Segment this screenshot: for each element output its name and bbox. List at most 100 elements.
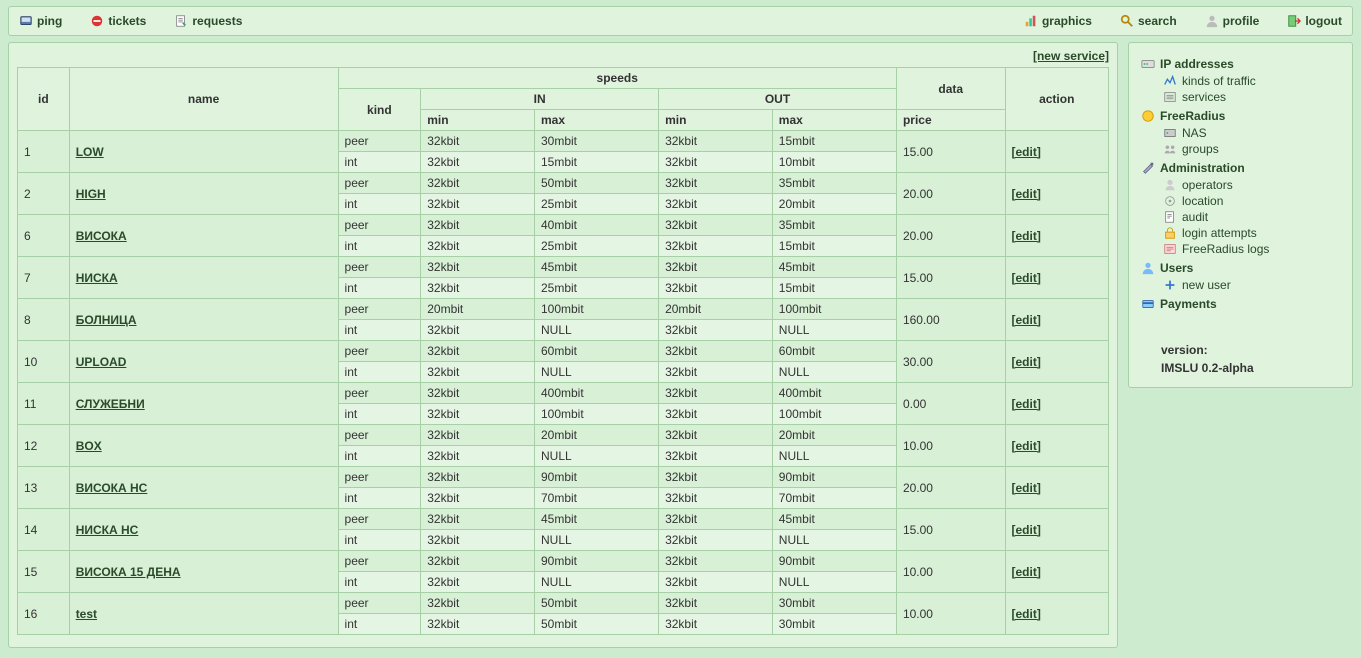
cell: NULL — [534, 572, 658, 593]
cell: 32kbit — [659, 278, 773, 299]
sidebar-section-label[interactable]: Payments — [1160, 297, 1217, 311]
sidebar-section[interactable]: Payments — [1141, 297, 1340, 311]
sidebar-item-label[interactable]: services — [1182, 90, 1226, 104]
cell: 45mbit — [772, 509, 896, 530]
cell: 30mbit — [534, 131, 658, 152]
sidebar-item-label[interactable]: new user — [1182, 278, 1231, 292]
sidebar-item-label[interactable]: login attempts — [1182, 226, 1257, 240]
cell: 32kbit — [659, 173, 773, 194]
nav-ping[interactable]: ping — [19, 14, 62, 28]
edit-link[interactable]: [edit] — [1012, 145, 1041, 159]
edit-link[interactable]: [edit] — [1012, 355, 1041, 369]
cell: 32kbit — [659, 572, 773, 593]
service-name-link[interactable]: СЛУЖЕБНИ — [76, 397, 145, 411]
cell: 30mbit — [772, 614, 896, 635]
sidebar-item[interactable]: services — [1163, 89, 1340, 105]
sidebar-item-label[interactable]: audit — [1182, 210, 1208, 224]
service-name-link[interactable]: ВИСОКА НС — [76, 481, 148, 495]
nav-search[interactable]: search — [1120, 14, 1177, 28]
cell: 14 — [18, 509, 70, 551]
nav-logout[interactable]: logout — [1287, 14, 1342, 28]
table-row: 10UPLOADpeer32kbit60mbit32kbit60mbit30.0… — [18, 341, 1109, 362]
table-row: 16testpeer32kbit50mbit32kbit30mbit10.00[… — [18, 593, 1109, 614]
edit-link[interactable]: [edit] — [1012, 565, 1041, 579]
nav-graphics[interactable]: graphics — [1024, 14, 1092, 28]
edit-link[interactable]: [edit] — [1012, 271, 1041, 285]
service-name-link[interactable]: BOX — [76, 439, 102, 453]
sidebar-item[interactable]: operators — [1163, 177, 1340, 193]
nav-label: logout — [1305, 14, 1342, 28]
edit-link[interactable]: [edit] — [1012, 397, 1041, 411]
cell: 32kbit — [659, 446, 773, 467]
sidebar-section-label[interactable]: FreeRadius — [1160, 109, 1225, 123]
cell: 60mbit — [534, 341, 658, 362]
cell: 10.00 — [896, 593, 1005, 635]
sidebar-item-label[interactable]: groups — [1182, 142, 1219, 156]
cell: 400mbit — [534, 383, 658, 404]
cell: int — [338, 446, 421, 467]
cell: 15.00 — [896, 131, 1005, 173]
service-name-link[interactable]: НИСКА НС — [76, 523, 139, 537]
sidebar-section[interactable]: Users — [1141, 261, 1340, 275]
sidebar-section[interactable]: FreeRadius — [1141, 109, 1340, 123]
cell: int — [338, 572, 421, 593]
cell: peer — [338, 383, 421, 404]
edit-link[interactable]: [edit] — [1012, 607, 1041, 621]
sidebar-section-label[interactable]: Administration — [1160, 161, 1245, 175]
sidebar-item[interactable]: NAS — [1163, 125, 1340, 141]
sidebar-item[interactable]: location — [1163, 193, 1340, 209]
cell: 20mbit — [659, 299, 773, 320]
sidebar-item-label[interactable]: location — [1182, 194, 1223, 208]
service-name-link[interactable]: HIGH — [76, 187, 106, 201]
nav-requests[interactable]: requests — [174, 14, 242, 28]
edit-link[interactable]: [edit] — [1012, 523, 1041, 537]
cell: 2 — [18, 173, 70, 215]
service-name-link[interactable]: ВИСОКА 15 ДЕНА — [76, 565, 181, 579]
new-service-link[interactable]: [new service] — [1033, 49, 1109, 63]
edit-link[interactable]: [edit] — [1012, 439, 1041, 453]
edit-link[interactable]: [edit] — [1012, 313, 1041, 327]
service-name-link[interactable]: test — [76, 607, 97, 621]
sidebar-item[interactable]: kinds of traffic — [1163, 73, 1340, 89]
nav-tickets[interactable]: tickets — [90, 14, 146, 28]
sidebar-item[interactable]: new user — [1163, 277, 1340, 293]
cell: NULL — [534, 530, 658, 551]
cell: 20mbit — [421, 299, 535, 320]
new-user-icon — [1163, 278, 1177, 292]
sidebar-section[interactable]: Administration — [1141, 161, 1340, 175]
edit-link[interactable]: [edit] — [1012, 481, 1041, 495]
cell: peer — [338, 425, 421, 446]
cell: int — [338, 320, 421, 341]
sidebar-item[interactable]: FreeRadius logs — [1163, 241, 1340, 257]
cell: int — [338, 278, 421, 299]
cell: 10.00 — [896, 425, 1005, 467]
cell: 32kbit — [659, 362, 773, 383]
cell: [edit] — [1005, 509, 1109, 551]
sidebar-item-label[interactable]: FreeRadius logs — [1182, 242, 1269, 256]
cell: 45mbit — [534, 257, 658, 278]
cell: NULL — [772, 320, 896, 341]
table-row: 14НИСКА НСpeer32kbit45mbit32kbit45mbit15… — [18, 509, 1109, 530]
service-name-link[interactable]: UPLOAD — [76, 355, 127, 369]
sidebar-item[interactable]: audit — [1163, 209, 1340, 225]
sidebar-item-label[interactable]: operators — [1182, 178, 1233, 192]
th-in-min: min — [421, 110, 535, 131]
cell: 20mbit — [772, 425, 896, 446]
service-name-link[interactable]: НИСКА — [76, 271, 118, 285]
sidebar-item-label[interactable]: kinds of traffic — [1182, 74, 1256, 88]
cell: NULL — [534, 446, 658, 467]
service-name-link[interactable]: БОЛНИЦА — [76, 313, 137, 327]
service-name-link[interactable]: ВИСОКА — [76, 229, 127, 243]
sidebar-section-label[interactable]: Users — [1160, 261, 1193, 275]
search-icon — [1120, 14, 1134, 28]
sidebar-section[interactable]: IP addresses — [1141, 57, 1340, 71]
edit-link[interactable]: [edit] — [1012, 187, 1041, 201]
sidebar-item-label[interactable]: NAS — [1182, 126, 1207, 140]
service-name-link[interactable]: LOW — [76, 145, 104, 159]
sidebar-item[interactable]: groups — [1163, 141, 1340, 157]
sidebar-item[interactable]: login attempts — [1163, 225, 1340, 241]
nav-profile[interactable]: profile — [1205, 14, 1260, 28]
edit-link[interactable]: [edit] — [1012, 229, 1041, 243]
sidebar-section-label[interactable]: IP addresses — [1160, 57, 1234, 71]
th-id: id — [18, 68, 70, 131]
